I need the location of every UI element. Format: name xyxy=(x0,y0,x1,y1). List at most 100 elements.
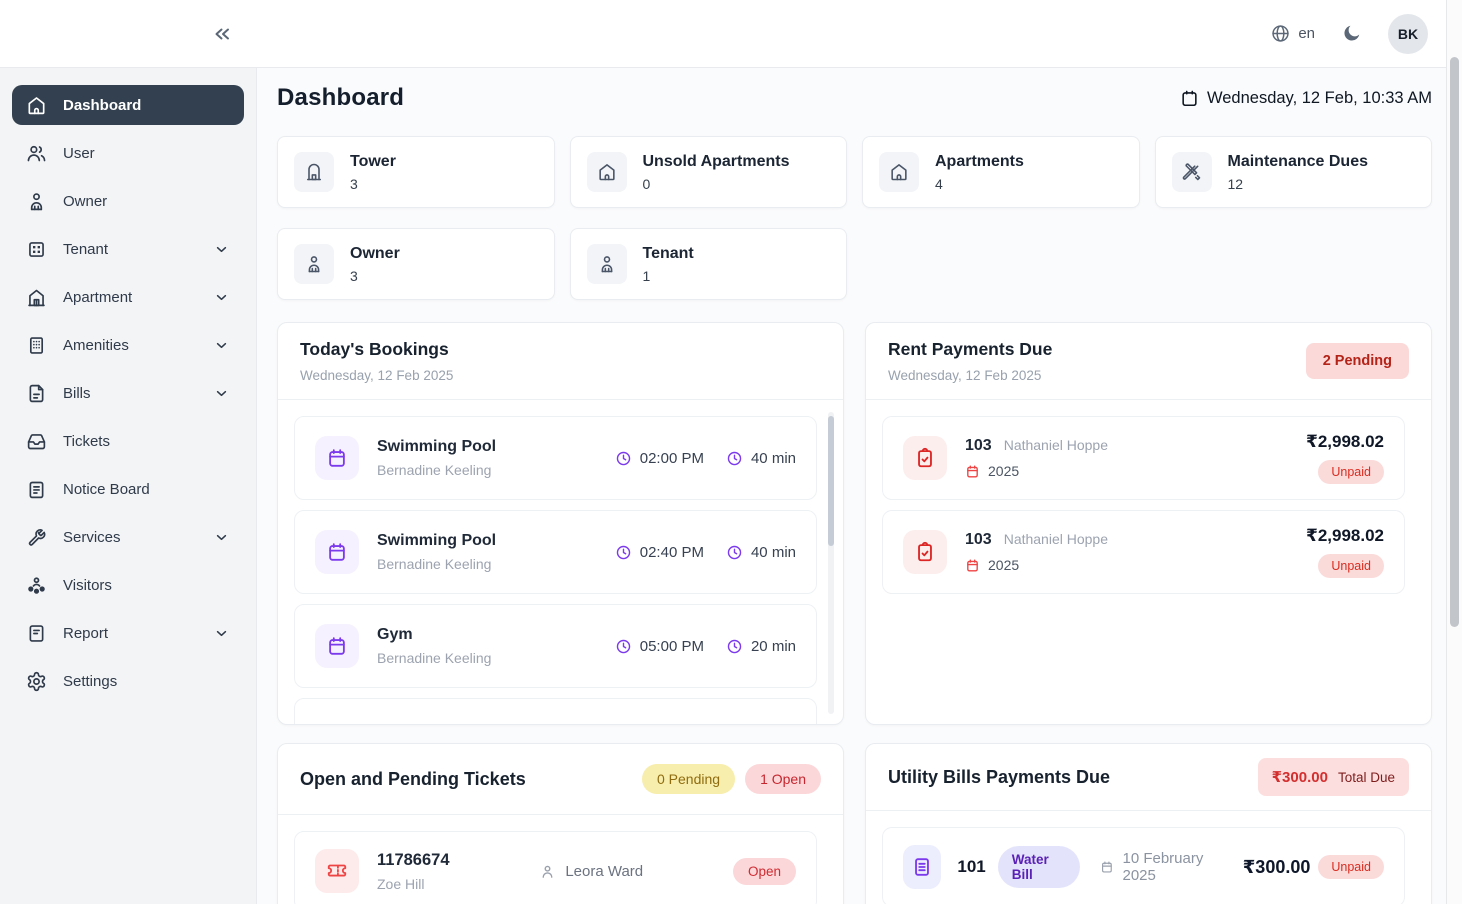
app-shell: Dashboard User Owner Tenant Apartment xyxy=(0,68,1462,904)
person-icon xyxy=(587,244,627,284)
rent-payments-card: Rent Payments Due Wednesday, 12 Feb 2025… xyxy=(865,322,1432,725)
ticket-requester: Zoe Hill xyxy=(377,876,450,892)
tickets-open-badge: 1 Open xyxy=(745,764,821,794)
sidebar-item-amenities[interactable]: Amenities xyxy=(12,325,244,365)
booking-duration: 40 min xyxy=(726,544,796,561)
sidebar-item-apartment[interactable]: Apartment xyxy=(12,277,244,317)
booking-duration: 40 min xyxy=(726,450,796,467)
dark-mode-toggle[interactable] xyxy=(1341,23,1362,44)
sidebar-item-services[interactable]: Services xyxy=(12,517,244,557)
sidebar-item-label: Tenant xyxy=(63,241,108,258)
rent-item[interactable]: 103 Nathaniel Hoppe 2025 xyxy=(882,510,1405,594)
chevron-down-icon xyxy=(213,385,230,402)
clock-icon xyxy=(615,638,632,655)
sidebar-item-tickets[interactable]: Tickets xyxy=(12,421,244,461)
current-datetime: Wednesday, 12 Feb, 10:33 AM xyxy=(1180,89,1432,108)
sidebar-item-dashboard[interactable]: Dashboard xyxy=(12,85,244,125)
language-selector[interactable]: en xyxy=(1270,23,1315,44)
sidebar-item-label: Visitors xyxy=(63,577,112,594)
tower-icon xyxy=(294,152,334,192)
sidebar-item-tenant[interactable]: Tenant xyxy=(12,229,244,269)
clipboard-check-icon xyxy=(903,436,947,480)
sidebar-item-user[interactable]: User xyxy=(12,133,244,173)
chevron-down-icon xyxy=(213,289,230,306)
bookings-list: Swimming Pool Bernadine Keeling 02:00 PM xyxy=(278,400,843,724)
bookings-scrollbar-thumb[interactable] xyxy=(828,416,834,546)
person-icon xyxy=(539,863,556,880)
page-scrollbar-track[interactable] xyxy=(1446,0,1462,904)
booking-time: 05:00 PM xyxy=(615,638,704,655)
sidebar-item-notice-board[interactable]: Notice Board xyxy=(12,469,244,509)
avatar-initials: BK xyxy=(1398,26,1418,42)
sidebar-item-report[interactable]: Report xyxy=(12,613,244,653)
sidebar-item-owner[interactable]: Owner xyxy=(12,181,244,221)
sidebar-item-label: Notice Board xyxy=(63,481,150,498)
sidebar-item-settings[interactable]: Settings xyxy=(12,661,244,701)
calendar-icon xyxy=(1180,89,1199,108)
rent-amount: ₹2,998.02 xyxy=(1306,526,1384,546)
rent-amount: ₹2,998.02 xyxy=(1306,432,1384,452)
calendar-booking-icon xyxy=(315,530,359,574)
booking-amenity: Swimming Pool xyxy=(377,532,496,550)
booking-duration: 20 min xyxy=(726,638,796,655)
sidebar-item-label: Bills xyxy=(63,385,91,402)
bookings-header: Today's Bookings Wednesday, 12 Feb 2025 xyxy=(278,323,843,400)
visitors-icon xyxy=(26,575,47,596)
stat-label: Apartments xyxy=(935,153,1024,171)
topbar: en BK xyxy=(0,0,1462,68)
main-content: Dashboard Wednesday, 12 Feb, 10:33 AM To… xyxy=(257,68,1462,904)
bookings-scrollbar-track[interactable] xyxy=(828,412,834,714)
utility-bills-card: Utility Bills Payments Due ₹300.00 Total… xyxy=(865,743,1432,904)
users-icon xyxy=(26,143,47,164)
booking-item[interactable]: Gym Bernadine Keeling 05:00 PM xyxy=(294,604,817,688)
rent-item[interactable]: 103 Nathaniel Hoppe 2025 xyxy=(882,416,1405,500)
utility-bill-item[interactable]: 101 Water Bill 10 February 2025 ₹300.00 … xyxy=(882,827,1405,904)
user-avatar[interactable]: BK xyxy=(1388,14,1428,54)
tickets-title: Open and Pending Tickets xyxy=(300,769,526,790)
stat-value: 4 xyxy=(935,176,1024,192)
utility-title: Utility Bills Payments Due xyxy=(888,767,1110,788)
widgets-top-row: Today's Bookings Wednesday, 12 Feb 2025 xyxy=(277,322,1432,725)
sidebar-item-label: Settings xyxy=(63,673,117,690)
bookings-title: Today's Bookings xyxy=(300,339,453,360)
sidebar-collapse-button[interactable] xyxy=(208,20,236,48)
stat-label: Maintenance Dues xyxy=(1228,153,1368,171)
clock-icon xyxy=(615,544,632,561)
rent-status-badge: Unpaid xyxy=(1318,460,1384,484)
home-icon xyxy=(26,95,47,116)
clock-icon xyxy=(726,544,743,561)
stat-label: Unsold Apartments xyxy=(643,153,790,171)
tickets-list: 11786674 Zoe Hill Leora Ward Open xyxy=(278,815,843,904)
booking-item[interactable]: Swimming Pool Bernadine Keeling 02:40 PM xyxy=(294,510,817,594)
sidebar-item-label: Amenities xyxy=(63,337,129,354)
tickets-card: Open and Pending Tickets 0 Pending 1 Ope… xyxy=(277,743,844,904)
notice-board-icon xyxy=(26,479,47,500)
ticket-item[interactable]: 11786674 Zoe Hill Leora Ward Open xyxy=(294,831,817,904)
booking-time: 02:40 PM xyxy=(615,544,704,561)
sidebar-item-visitors[interactable]: Visitors xyxy=(12,565,244,605)
stats-row-2: Owner 3 Tenant 1 xyxy=(277,228,1432,300)
home-icon xyxy=(879,152,919,192)
booking-person: Bernadine Keeling xyxy=(377,556,496,572)
chevron-down-icon xyxy=(213,625,230,642)
booking-amenity: Swimming Pool xyxy=(377,438,496,456)
page-scrollbar-thumb[interactable] xyxy=(1450,57,1459,627)
chevron-down-icon xyxy=(213,337,230,354)
stat-label: Tenant xyxy=(643,245,694,263)
report-icon xyxy=(26,623,47,644)
stats-row-1: Tower 3 Unsold Apartments 0 xyxy=(277,136,1432,208)
rent-tenant-name: Nathaniel Hoppe xyxy=(1004,437,1108,453)
utility-status-badge: Unpaid xyxy=(1318,855,1384,879)
sidebar-item-bills[interactable]: Bills xyxy=(12,373,244,413)
clock-icon xyxy=(726,450,743,467)
booking-item[interactable]: Swimming Pool Bernadine Keeling 02:00 PM xyxy=(294,416,817,500)
topbar-right: en BK xyxy=(1270,14,1428,54)
tenant-grid-icon xyxy=(26,239,47,260)
stat-card-tenant: Tenant 1 xyxy=(570,228,848,300)
utility-due-date: 10 February 2025 xyxy=(1100,850,1225,884)
calendar-icon xyxy=(965,464,980,479)
bill-document-icon xyxy=(903,845,941,889)
rent-pending-badge: 2 Pending xyxy=(1306,343,1409,379)
page-title: Dashboard xyxy=(277,84,404,112)
globe-icon xyxy=(1270,23,1291,44)
